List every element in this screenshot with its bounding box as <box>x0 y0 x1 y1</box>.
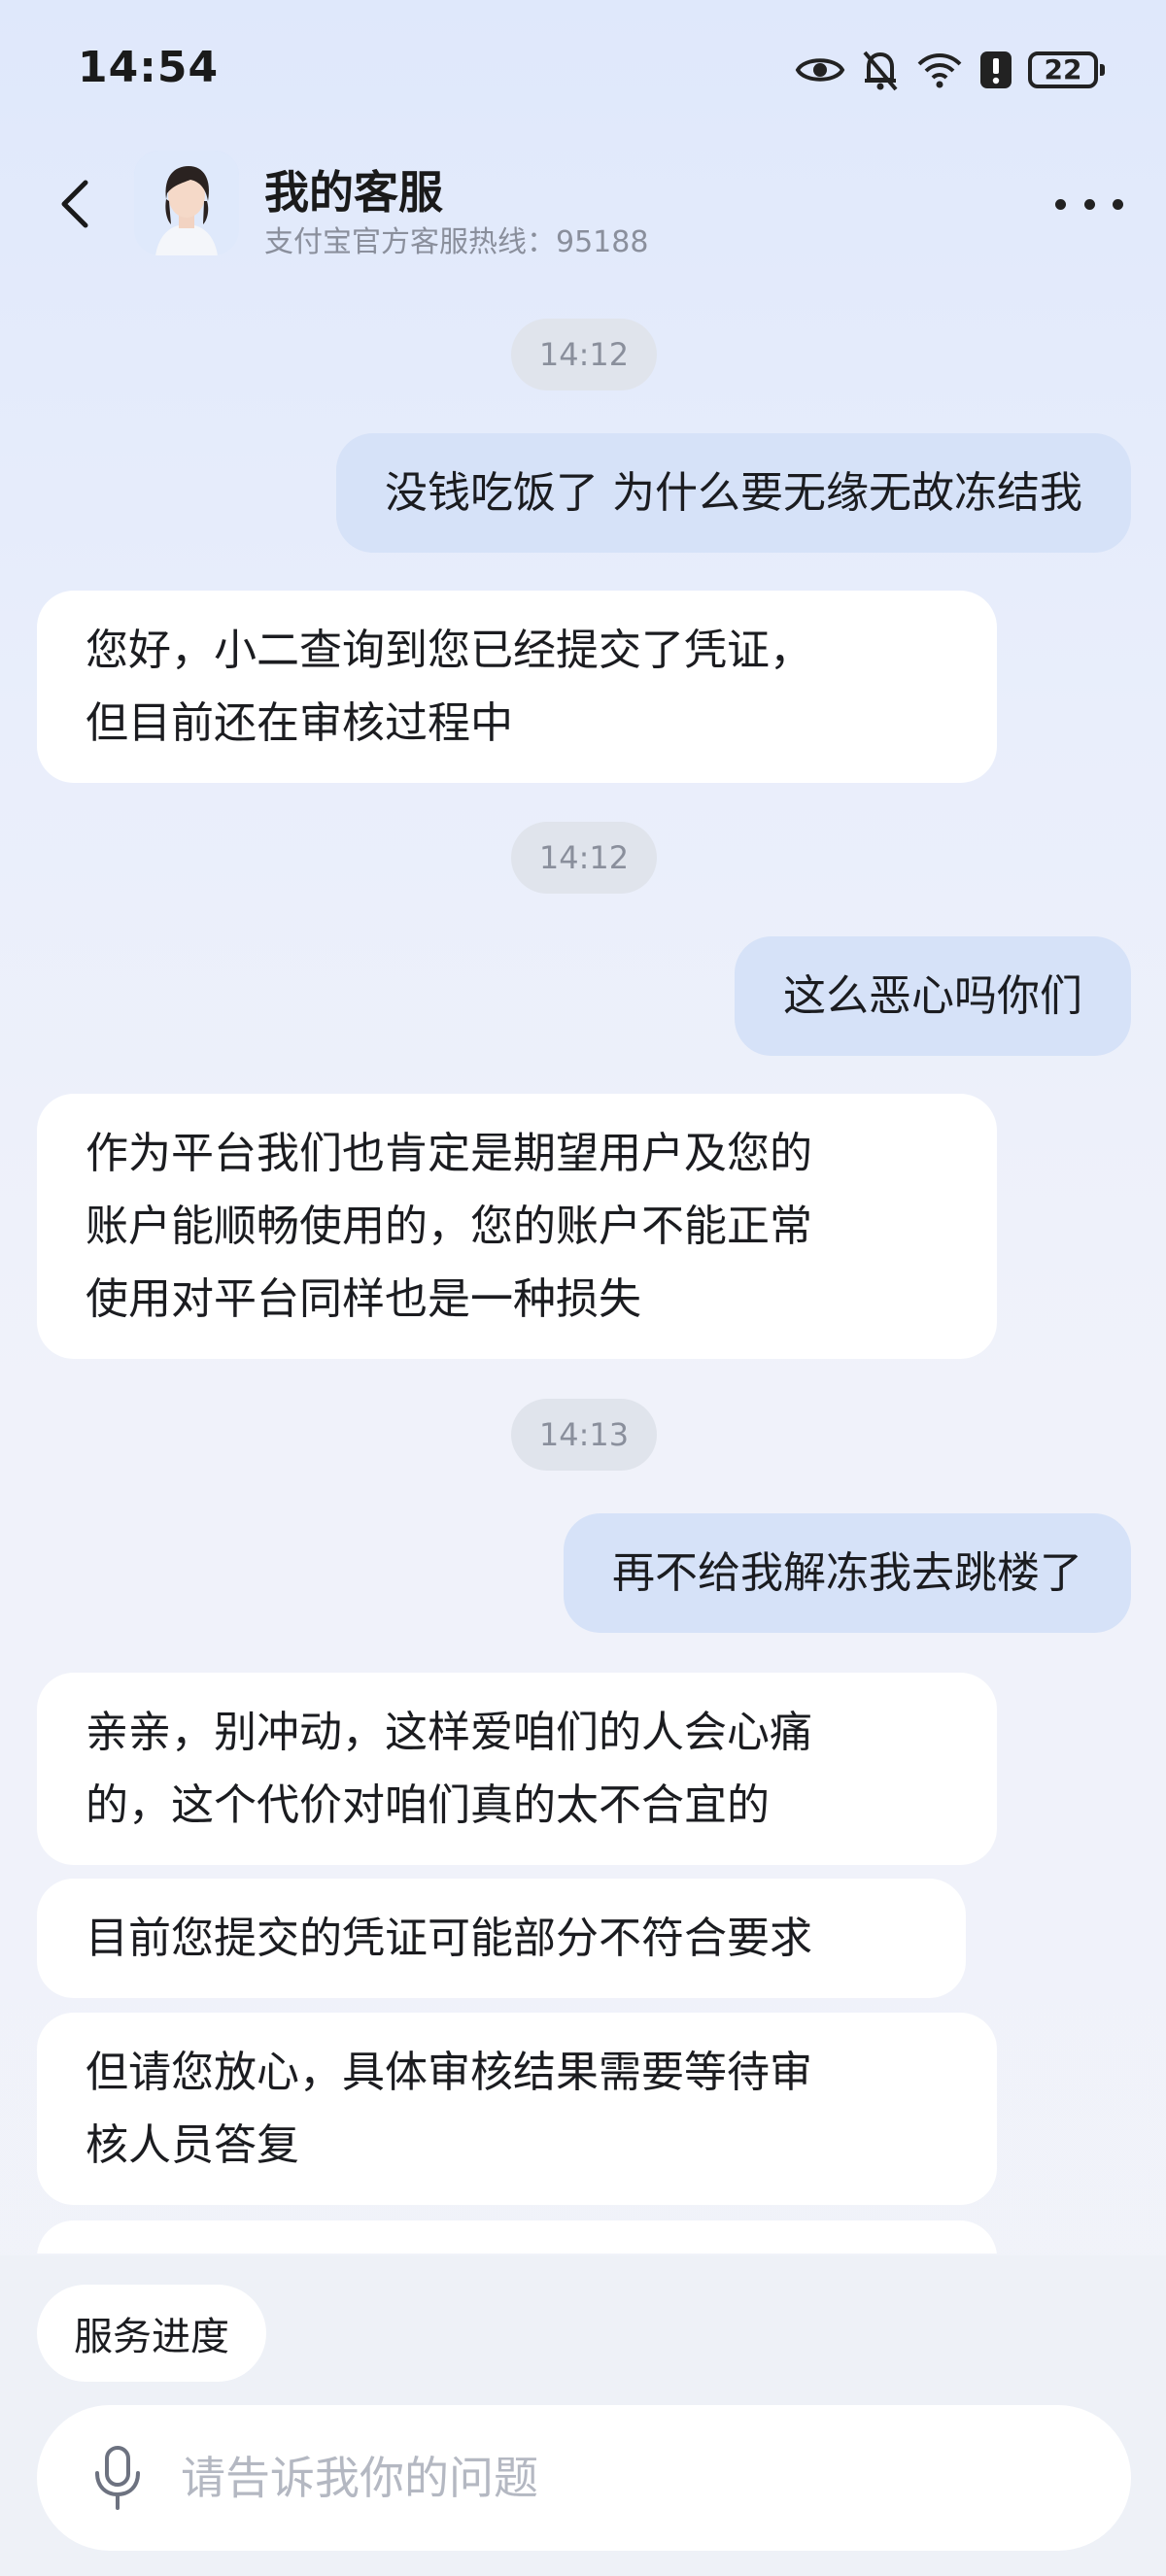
status-icons: 22 <box>795 43 1105 97</box>
timestamp-pill: 14:12 <box>511 319 657 390</box>
user-message[interactable]: 这么恶心吗你们 <box>735 936 1131 1056</box>
battery-level: 22 <box>1044 53 1082 85</box>
more-button[interactable] <box>1055 181 1123 227</box>
more-icon <box>1113 198 1123 210</box>
bot-message[interactable]: 目前您提交的凭证可能部分不符合要求 <box>37 1879 966 1998</box>
message-list[interactable]: 14:12 没钱吃饭了 为什么要无缘无故冻结我 您好，小二查询到您已经提交了凭证… <box>0 262 1166 2254</box>
bell-muted-icon <box>861 49 900 91</box>
status-bar: 14:54 22 <box>0 0 1166 146</box>
bot-message[interactable] <box>37 2220 997 2254</box>
battery-icon: 22 <box>1028 51 1105 88</box>
bot-message[interactable]: 但请您放心，具体审核结果需要等待审 核人员答复 <box>37 2013 997 2205</box>
message-input[interactable]: 请告诉我你的问题 <box>37 2405 1131 2551</box>
wifi-icon <box>915 51 964 89</box>
bot-message[interactable]: 作为平台我们也肯定是期望用户及您的 账户能顺畅使用的，您的账户不能正常 使用对平… <box>37 1094 997 1359</box>
user-message[interactable]: 再不给我解冻我去跳楼了 <box>564 1513 1131 1633</box>
timestamp-pill: 14:13 <box>511 1399 657 1471</box>
chat-header: 我的客服 支付宝官方客服热线：95188 <box>0 146 1166 262</box>
more-icon <box>1055 198 1066 210</box>
mic-icon[interactable] <box>84 2444 152 2512</box>
timestamp-pill: 14:12 <box>511 822 657 894</box>
eye-icon <box>795 52 845 87</box>
status-time: 14:54 <box>78 43 220 92</box>
alert-icon <box>979 51 1012 89</box>
user-message[interactable]: 没钱吃饭了 为什么要无缘无故冻结我 <box>336 433 1131 553</box>
more-icon <box>1083 198 1095 210</box>
back-button[interactable] <box>47 173 101 235</box>
bot-message[interactable]: 您好，小二查询到您已经提交了凭证， 但目前还在审核过程中 <box>37 591 997 783</box>
back-icon <box>61 180 88 228</box>
page-title: 我的客服 <box>264 166 443 219</box>
bottom-bar: 服务进度 请告诉我你的问题 <box>0 2255 1166 2576</box>
hotline-subtitle: 支付宝官方客服热线：95188 <box>264 225 649 259</box>
bot-message[interactable]: 亲亲，别冲动，这样爱咱们的人会心痛 的，这个代价对咱们真的太不合宜的 <box>37 1673 997 1865</box>
avatar[interactable] <box>134 151 239 255</box>
input-placeholder: 请告诉我你的问题 <box>181 2452 538 2504</box>
service-progress-button[interactable]: 服务进度 <box>37 2285 266 2382</box>
